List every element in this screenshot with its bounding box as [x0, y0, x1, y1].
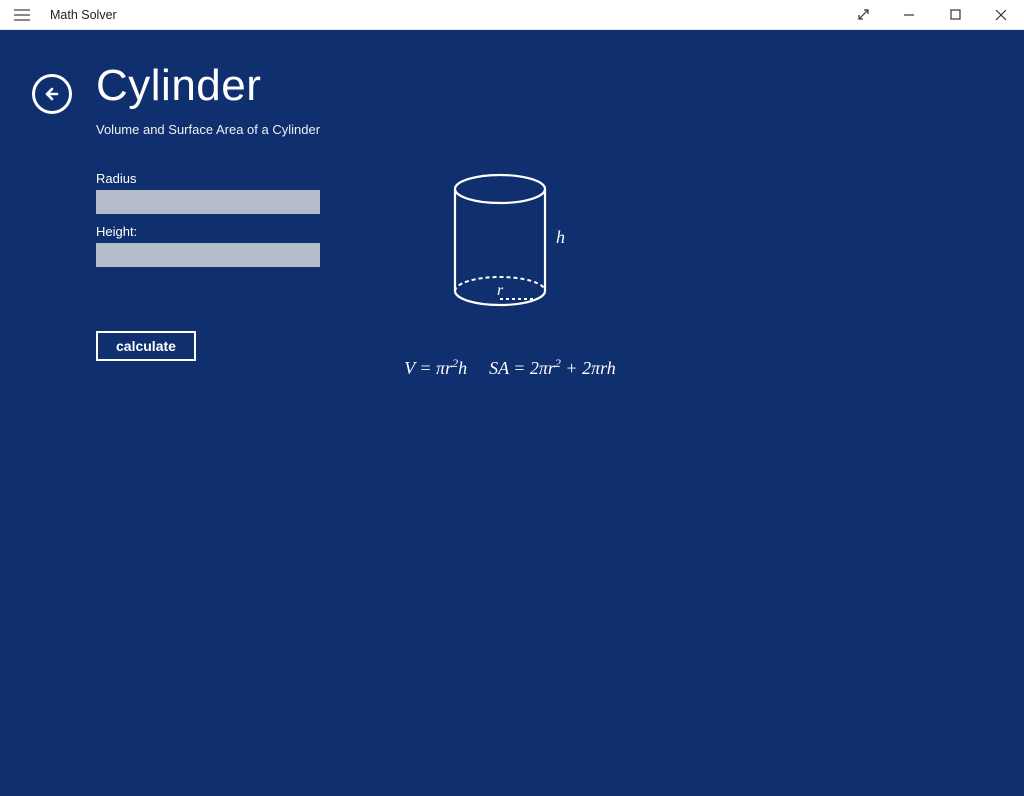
radius-input[interactable]	[96, 190, 320, 214]
cylinder-diagram: r h V = πr2h SA = 2πr2 + 2πrh	[380, 171, 640, 379]
height-label: Height:	[96, 224, 320, 239]
formulas: V = πr2h SA = 2πr2 + 2πrh	[380, 356, 640, 379]
surface-area-formula: SA = 2πr2 + 2πrh	[489, 356, 616, 379]
page-title: Cylinder	[96, 61, 261, 111]
input-form: Radius Height: calculate	[96, 171, 320, 379]
back-button[interactable]	[32, 74, 72, 114]
hamburger-icon[interactable]	[8, 9, 36, 21]
fullscreen-icon[interactable]	[840, 0, 886, 29]
calculate-button[interactable]: calculate	[96, 331, 196, 361]
h-label: h	[556, 227, 565, 247]
volume-formula: V = πr2h	[404, 356, 467, 379]
maximize-icon[interactable]	[932, 0, 978, 29]
height-input[interactable]	[96, 243, 320, 267]
minimize-icon[interactable]	[886, 0, 932, 29]
r-label: r	[497, 282, 504, 299]
radius-label: Radius	[96, 171, 320, 186]
close-icon[interactable]	[978, 0, 1024, 29]
titlebar: Math Solver	[0, 0, 1024, 30]
app-body: Cylinder Volume and Surface Area of a Cy…	[0, 30, 1024, 796]
page-subtitle: Volume and Surface Area of a Cylinder	[96, 122, 1024, 137]
system-buttons	[840, 0, 1024, 29]
app-title: Math Solver	[50, 8, 117, 22]
